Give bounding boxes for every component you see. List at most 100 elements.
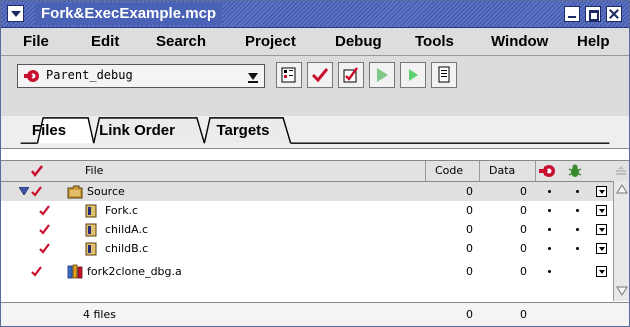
code-size: 0	[466, 242, 473, 255]
synchronize-button[interactable]	[307, 62, 333, 88]
tab-targets[interactable]: Targets	[203, 116, 283, 146]
table-row[interactable]: childB.c 0 0	[1, 239, 613, 258]
menu-search[interactable]: Search	[156, 28, 206, 55]
maximize-button[interactable]	[585, 6, 601, 22]
menu-file[interactable]: File	[23, 28, 49, 55]
column-header: File Code Data	[1, 160, 629, 182]
debug-bullet[interactable]	[576, 247, 579, 250]
checkmark-icon[interactable]	[39, 205, 50, 216]
data-size: 0	[520, 204, 527, 217]
checkmark-icon[interactable]	[39, 224, 50, 235]
source-file-icon	[85, 223, 97, 237]
menu-bar: File Edit Search Project Debug Tools Win…	[1, 28, 629, 56]
column-separator	[425, 161, 426, 181]
column-file[interactable]: File	[85, 161, 103, 181]
tab-link-order[interactable]: Link Order	[85, 116, 189, 146]
column-data[interactable]: Data	[489, 161, 515, 181]
table-row[interactable]: childA.c 0 0	[1, 220, 613, 239]
file-name: Source	[87, 185, 125, 198]
target-icon	[24, 70, 39, 82]
checkmark-icon[interactable]	[31, 186, 42, 197]
source-file-icon	[85, 204, 97, 218]
debug-bullet[interactable]	[576, 228, 579, 231]
code-size: 0	[466, 204, 473, 217]
menu-edit[interactable]: Edit	[91, 28, 119, 55]
checkmark-icon[interactable]	[39, 243, 50, 254]
column-separator	[479, 161, 480, 181]
target-bullet[interactable]	[548, 247, 551, 250]
code-size: 0	[466, 265, 473, 278]
table-row[interactable]: Fork.c 0 0	[1, 201, 613, 220]
scroll-up-icon[interactable]	[616, 183, 628, 195]
make-button[interactable]	[338, 62, 364, 88]
status-bar: 4 files 0 0	[1, 302, 629, 326]
file-options-menu[interactable]	[596, 243, 607, 254]
file-options-menu[interactable]	[596, 224, 607, 235]
menu-help[interactable]: Help	[577, 28, 610, 55]
play-icon	[409, 69, 418, 81]
checkmark-icon	[311, 68, 329, 83]
table-row[interactable]: Source 0 0	[1, 182, 613, 201]
checkmark-icon[interactable]	[31, 165, 43, 177]
file-count: 4 files	[83, 308, 116, 321]
menu-window[interactable]: Window	[491, 28, 548, 55]
checkmark-icon[interactable]	[31, 266, 42, 277]
menu-project[interactable]: Project	[245, 28, 296, 55]
menu-tools[interactable]: Tools	[415, 28, 454, 55]
minimize-button[interactable]	[564, 6, 580, 22]
target-bullet[interactable]	[548, 270, 551, 273]
folder-icon	[67, 185, 83, 199]
target-bullet[interactable]	[548, 190, 551, 193]
run-button[interactable]	[400, 62, 426, 88]
target-settings-button[interactable]	[276, 62, 302, 88]
document-icon	[438, 66, 450, 83]
data-size: 0	[520, 223, 527, 236]
inspect-button[interactable]	[431, 62, 457, 88]
collapse-window-button[interactable]	[7, 5, 24, 22]
file-options-menu[interactable]	[596, 266, 607, 277]
toolbar: Parent_debug	[1, 56, 629, 116]
scroll-down-icon[interactable]	[616, 285, 628, 297]
data-size: 0	[520, 265, 527, 278]
vertical-scrollbar[interactable]	[613, 181, 629, 301]
tab-bar: Files Link Order Targets	[1, 116, 629, 146]
file-name: childB.c	[105, 242, 149, 255]
close-button[interactable]	[606, 6, 622, 22]
settings-panel-icon	[281, 67, 296, 83]
code-total: 0	[466, 308, 473, 321]
project-window: Fork&ExecExample.mcp File Edit Search Pr…	[0, 0, 630, 327]
data-size: 0	[520, 185, 527, 198]
file-options-menu[interactable]	[596, 186, 607, 197]
title-bar[interactable]: Fork&ExecExample.mcp	[1, 1, 629, 28]
column-code[interactable]: Code	[435, 161, 463, 181]
target-bullet[interactable]	[548, 228, 551, 231]
code-size: 0	[466, 185, 473, 198]
menu-debug[interactable]: Debug	[335, 28, 382, 55]
window-title: Fork&ExecExample.mcp	[35, 3, 223, 25]
target-icon[interactable]	[539, 163, 557, 179]
file-name: childA.c	[105, 223, 148, 236]
disclosure-open-icon[interactable]	[19, 187, 29, 195]
debug-bullet[interactable]	[576, 209, 579, 212]
make-icon	[343, 67, 359, 83]
table-row[interactable]: fork2clone_dbg.a 0 0	[1, 262, 613, 281]
library-icon	[67, 264, 83, 279]
column-options-icon[interactable]	[615, 165, 627, 177]
column-separator	[535, 161, 536, 181]
source-file-icon	[85, 242, 97, 256]
debug-run-icon	[377, 68, 388, 82]
code-size: 0	[466, 223, 473, 236]
target-bullet[interactable]	[548, 209, 551, 212]
target-select[interactable]: Parent_debug	[17, 64, 265, 88]
debug-bullet[interactable]	[576, 190, 579, 193]
data-total: 0	[520, 308, 527, 321]
chevron-down-icon	[248, 73, 258, 83]
target-label: Parent_debug	[46, 68, 133, 82]
file-options-menu[interactable]	[596, 205, 607, 216]
bug-icon[interactable]	[567, 163, 583, 179]
debug-button[interactable]	[369, 62, 395, 88]
tab-files[interactable]: Files	[25, 116, 73, 146]
file-name: fork2clone_dbg.a	[87, 265, 182, 278]
file-name: Fork.c	[105, 204, 139, 217]
data-size: 0	[520, 242, 527, 255]
